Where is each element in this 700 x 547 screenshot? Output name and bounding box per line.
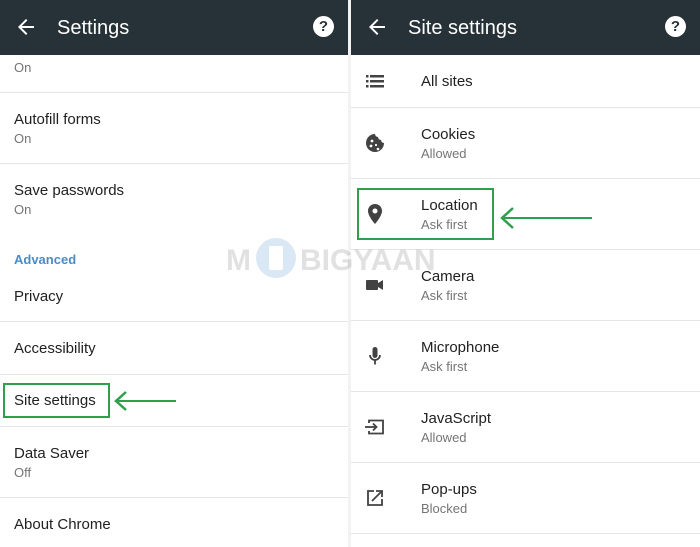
site-settings-item-camera[interactable]: Camera Ask first xyxy=(351,250,700,320)
settings-item-about-chrome[interactable]: About Chrome xyxy=(0,498,348,547)
pointer-arrow-icon xyxy=(114,391,176,411)
help-icon[interactable]: ? xyxy=(313,16,334,37)
section-header-advanced: Advanced xyxy=(14,252,77,267)
page-title: Site settings xyxy=(408,17,517,39)
settings-item-autofill-forms[interactable]: Autofill forms On xyxy=(0,93,348,163)
list-icon xyxy=(366,75,384,88)
partial-row-cut-text xyxy=(14,49,159,57)
site-settings-item-secondary: Ask first xyxy=(421,359,468,374)
pointer-arrow-icon xyxy=(500,207,592,229)
help-icon[interactable]: ? xyxy=(665,16,686,37)
settings-item-secondary: On xyxy=(14,131,32,146)
site-settings-item-secondary: Allowed xyxy=(421,430,467,445)
site-settings-item-javascript[interactable]: JavaScript Allowed xyxy=(351,392,700,462)
settings-item-data-saver[interactable]: Data Saver Off xyxy=(0,427,348,497)
camera-icon xyxy=(366,280,383,290)
site-settings-item-secondary: Ask first xyxy=(421,288,468,303)
site-settings-item-microphone[interactable]: Microphone Ask first xyxy=(351,321,700,391)
site-settings-item-secondary: Allowed xyxy=(421,146,467,161)
settings-item-label: Accessibility xyxy=(14,340,96,357)
settings-item-accessibility[interactable]: Accessibility xyxy=(0,322,348,374)
site-settings-item-label: Camera xyxy=(421,268,475,285)
page-title: Settings xyxy=(57,17,130,39)
settings-item-privacy[interactable]: Privacy xyxy=(0,272,348,320)
site-settings-item-all-sites[interactable]: All sites xyxy=(351,55,700,107)
site-settings-item-popups[interactable]: Pop-ups Blocked xyxy=(351,463,700,533)
site-settings-panel: Site settings ? All sites Cookies Allowe… xyxy=(351,0,700,547)
settings-item-label: About Chrome xyxy=(14,516,111,533)
settings-item-secondary: On xyxy=(14,202,32,217)
site-settings-highlight-box xyxy=(3,383,110,418)
site-settings-item-label: All sites xyxy=(421,73,473,90)
settings-item-label: Save passwords xyxy=(14,182,125,199)
settings-item-secondary: Off xyxy=(14,465,32,480)
settings-item-partial[interactable]: On xyxy=(0,55,348,93)
settings-item-label: Autofill forms xyxy=(14,111,101,128)
settings-item-label: Data Saver xyxy=(14,445,90,462)
back-arrow-icon[interactable] xyxy=(365,15,389,39)
site-settings-app-bar: Site settings ? xyxy=(351,0,700,55)
site-settings-item-secondary: Blocked xyxy=(421,501,468,516)
settings-app-bar: Settings ? xyxy=(0,0,348,55)
popup-icon xyxy=(367,490,383,506)
site-settings-item-cookies[interactable]: Cookies Allowed xyxy=(351,108,700,178)
location-highlight-box xyxy=(357,188,494,240)
settings-item-save-passwords[interactable]: Save passwords On xyxy=(0,164,348,236)
site-settings-item-label: Cookies xyxy=(421,126,476,143)
divider xyxy=(351,533,700,534)
settings-panel: Settings ? On Autofill forms On Save pas… xyxy=(0,0,348,547)
site-settings-item-label: JavaScript xyxy=(421,410,492,427)
microphone-icon xyxy=(369,347,381,365)
site-settings-item-label: Pop-ups xyxy=(421,481,477,498)
site-settings-item-label: Microphone xyxy=(421,339,500,356)
javascript-icon xyxy=(365,419,384,435)
partial-row-secondary: On xyxy=(14,60,32,75)
settings-item-label: Privacy xyxy=(14,288,64,305)
cookie-icon xyxy=(366,134,384,152)
back-arrow-icon[interactable] xyxy=(14,15,38,39)
